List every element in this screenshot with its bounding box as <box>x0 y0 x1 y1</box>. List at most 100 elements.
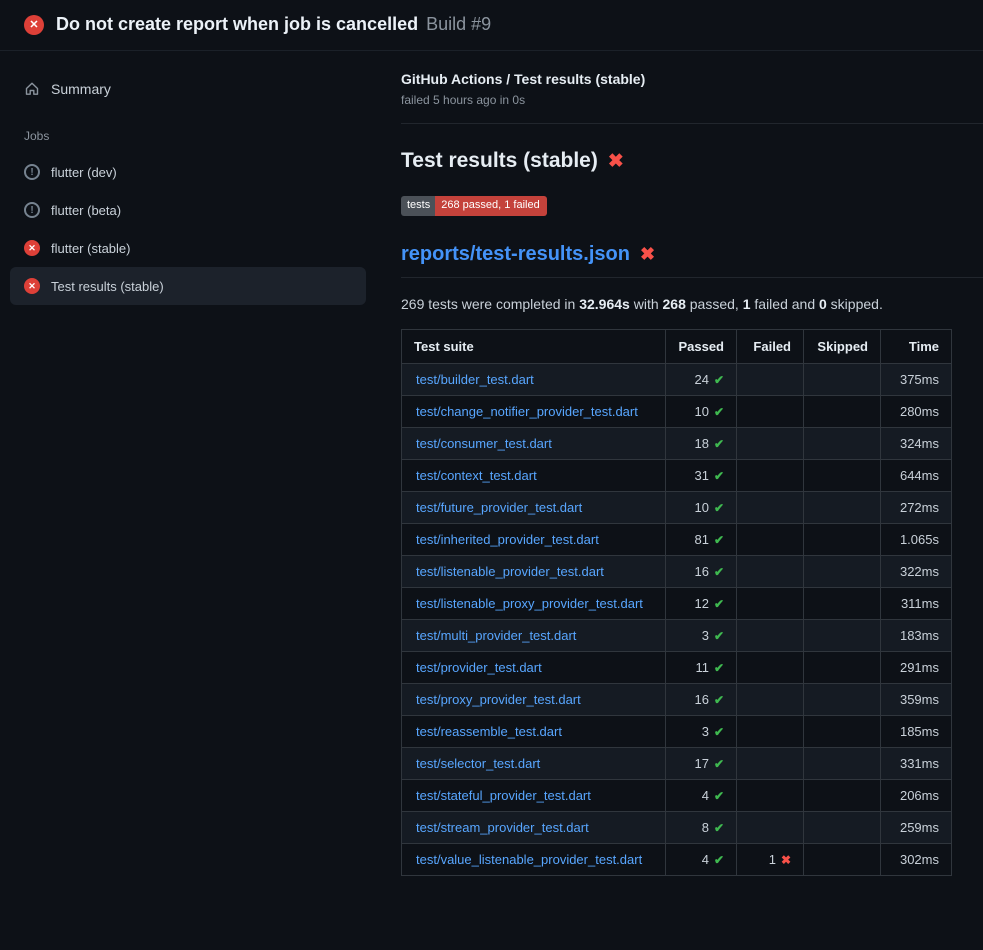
run-build-number: Build #9 <box>426 14 491 35</box>
failed-cell <box>737 748 804 780</box>
suite-link[interactable]: test/value_listenable_provider_test.dart <box>416 852 642 867</box>
sidebar-job-label: flutter (stable) <box>51 241 130 256</box>
suite-link[interactable]: test/inherited_provider_test.dart <box>416 532 599 547</box>
passed-count: 17 <box>694 756 708 771</box>
section-title: Test results (stable) ✖ <box>401 149 983 173</box>
summary-skipped-count: 0 <box>819 296 827 312</box>
failed-cell <box>737 364 804 396</box>
suite-link[interactable]: test/listenable_proxy_provider_test.dart <box>416 596 643 611</box>
time-cell: 331ms <box>881 748 952 780</box>
passed-cell: 11✔ <box>666 652 737 684</box>
time-cell: 291ms <box>881 652 952 684</box>
failed-cell <box>737 652 804 684</box>
time-cell: 322ms <box>881 556 952 588</box>
failed-status-icon: ✕ <box>24 278 40 294</box>
check-icon: ✔ <box>714 373 724 387</box>
passed-cell: 4✔ <box>666 780 737 812</box>
passed-count: 8 <box>702 820 709 835</box>
suite-link[interactable]: test/stream_provider_test.dart <box>416 820 589 835</box>
passed-cell: 81✔ <box>666 524 737 556</box>
time-cell: 272ms <box>881 492 952 524</box>
passed-count: 3 <box>702 628 709 643</box>
summary-failed-count: 1 <box>743 296 751 312</box>
suite-link[interactable]: test/selector_test.dart <box>416 756 540 771</box>
failed-cell <box>737 684 804 716</box>
passed-cell: 31✔ <box>666 460 737 492</box>
skipped-cell <box>804 812 881 844</box>
suite-cell: test/consumer_test.dart <box>402 428 666 460</box>
suite-cell: test/reassemble_test.dart <box>402 716 666 748</box>
summary-text: with <box>630 296 663 312</box>
summary-text: failed and <box>751 296 820 312</box>
sidebar-job-item[interactable]: ✕ flutter (stable) <box>10 229 366 267</box>
result-row: test/future_provider_test.dart 10✔ 272ms <box>402 492 952 524</box>
summary-passed-count: 268 <box>663 296 686 312</box>
time-cell: 375ms <box>881 364 952 396</box>
passed-cell: 10✔ <box>666 396 737 428</box>
time-cell: 185ms <box>881 716 952 748</box>
passed-cell: 8✔ <box>666 812 737 844</box>
passed-count: 24 <box>694 372 708 387</box>
check-icon: ✔ <box>714 853 724 867</box>
check-icon: ✔ <box>714 533 724 547</box>
summary-text: 269 tests were completed in <box>401 296 579 312</box>
suite-cell: test/proxy_provider_test.dart <box>402 684 666 716</box>
passed-count: 16 <box>694 564 708 579</box>
failed-cell <box>737 428 804 460</box>
suite-link[interactable]: test/stateful_provider_test.dart <box>416 788 591 803</box>
report-heading: reports/test-results.json ✖ <box>401 243 983 278</box>
sidebar-job-label: flutter (beta) <box>51 203 121 218</box>
passed-cell: 12✔ <box>666 588 737 620</box>
sidebar-job-item[interactable]: !flutter (beta) <box>10 191 366 229</box>
passed-count: 12 <box>694 596 708 611</box>
result-row: test/proxy_provider_test.dart16✔359ms <box>402 684 952 716</box>
col-skipped: Skipped <box>804 330 881 364</box>
failed-cell <box>737 524 804 556</box>
check-icon: ✔ <box>714 789 724 803</box>
results-table: Test suite Passed Failed Skipped Time te… <box>401 329 952 876</box>
failed-cell <box>737 460 804 492</box>
suite-link[interactable]: test/consumer_test.dart <box>416 436 552 451</box>
passed-cell: 17 ✔ <box>666 748 737 780</box>
suite-link[interactable]: test/change_notifier_provider_test.dart <box>416 404 638 419</box>
failed-cell <box>737 492 804 524</box>
jobs-section-label: Jobs <box>0 105 376 153</box>
page-layout: Summary Jobs !flutter (dev)!flutter (bet… <box>0 51 983 900</box>
suite-cell: test/listenable_proxy_provider_test.dart <box>402 588 666 620</box>
report-link[interactable]: reports/test-results.json <box>401 243 630 266</box>
col-passed: Passed <box>666 330 737 364</box>
sidebar-item-summary[interactable]: Summary <box>10 73 366 105</box>
passed-cell: 10✔ <box>666 492 737 524</box>
suite-cell: test/value_listenable_provider_test.dart <box>402 844 666 876</box>
failed-cell <box>737 396 804 428</box>
suite-link[interactable]: test/listenable_provider_test.dart <box>416 564 604 579</box>
suite-link[interactable]: test/multi_provider_test.dart <box>416 628 576 643</box>
suite-link[interactable]: test/provider_test.dart <box>416 660 542 675</box>
col-time: Time <box>881 330 952 364</box>
suite-link[interactable]: test/future_provider_test.dart <box>416 500 582 515</box>
suite-cell: test/provider_test.dart <box>402 652 666 684</box>
skipped-cell <box>804 556 881 588</box>
suite-link[interactable]: test/proxy_provider_test.dart <box>416 692 581 707</box>
failed-cell <box>737 780 804 812</box>
suite-cell: test/future_provider_test.dart <box>402 492 666 524</box>
sidebar-job-item[interactable]: !flutter (dev) <box>10 153 366 191</box>
suite-link[interactable]: test/context_test.dart <box>416 468 537 483</box>
skipped-cell <box>804 780 881 812</box>
section-divider <box>401 123 983 124</box>
passed-count: 10 <box>694 404 708 419</box>
passed-count: 16 <box>694 692 708 707</box>
check-icon: ✔ <box>714 757 724 771</box>
failed-status-icon: ✕ <box>24 240 40 256</box>
suite-link[interactable]: test/builder_test.dart <box>416 372 534 387</box>
check-icon: ✔ <box>714 693 724 707</box>
sidebar-job-label: flutter (dev) <box>51 165 117 180</box>
results-summary: 269 tests were completed in 32.964s with… <box>401 296 953 312</box>
result-row: test/consumer_test.dart18✔324ms <box>402 428 952 460</box>
sidebar-job-item[interactable]: ✕Test results (stable) <box>10 267 366 305</box>
result-row: test/multi_provider_test.dart3✔183ms <box>402 620 952 652</box>
run-meta: failed 5 hours ago in 0s <box>401 93 983 107</box>
suite-cell: test/listenable_provider_test.dart <box>402 556 666 588</box>
table-header-row: Test suite Passed Failed Skipped Time <box>402 330 952 364</box>
suite-link[interactable]: test/reassemble_test.dart <box>416 724 562 739</box>
